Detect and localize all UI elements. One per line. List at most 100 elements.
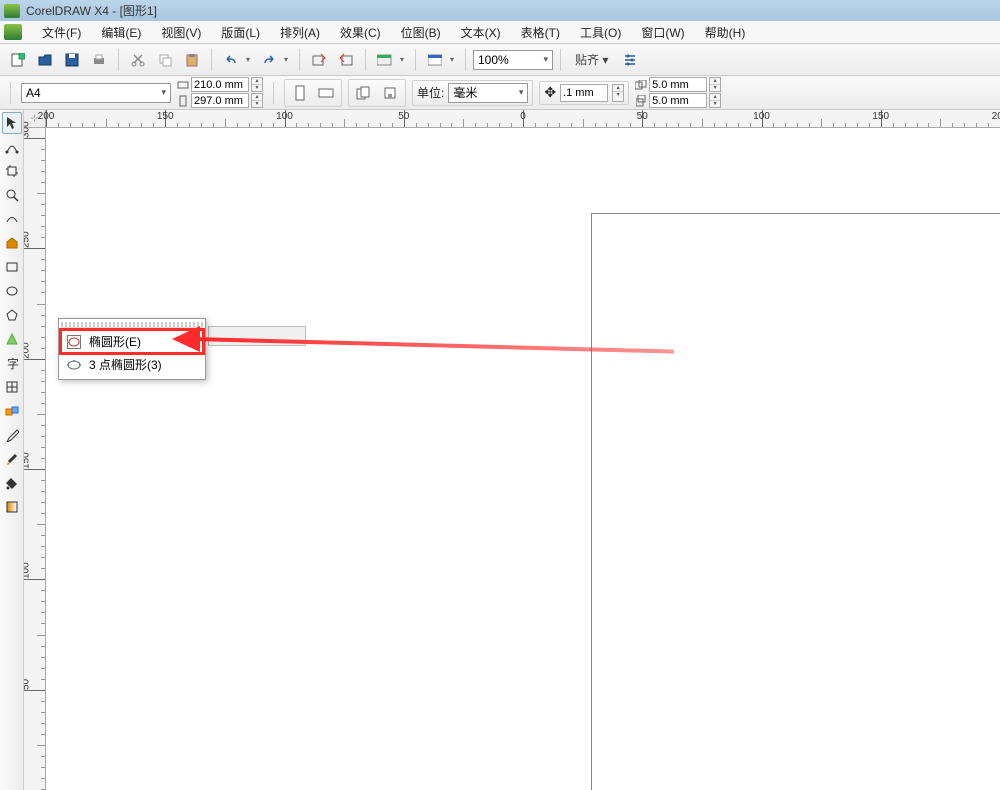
menu-text[interactable]: 文本(X) <box>451 22 511 43</box>
menu-arrange[interactable]: 排列(A) <box>270 22 330 43</box>
three-point-ellipse-label: 3 点椭圆形(3) <box>89 356 162 373</box>
polygon-tool[interactable] <box>2 304 22 326</box>
snap-button[interactable]: 贴齐 ▾ <box>568 48 615 72</box>
units-combo[interactable]: 毫米 <box>448 83 528 103</box>
menu-file[interactable]: 文件(F) <box>32 22 91 43</box>
crop-tool[interactable] <box>2 160 22 182</box>
snap-label: 贴齐 ▾ <box>575 51 608 68</box>
dup-y-input[interactable] <box>649 93 707 108</box>
menu-effects[interactable]: 效果(C) <box>330 22 391 43</box>
smart-fill-tool[interactable] <box>2 232 22 254</box>
new-button[interactable] <box>6 48 30 72</box>
menu-bar: 文件(F) 编辑(E) 视图(V) 版面(L) 排列(A) 效果(C) 位图(B… <box>0 21 1000 44</box>
app-icon <box>4 24 22 40</box>
zoom-combo[interactable]: 100% <box>473 50 553 70</box>
width-spin[interactable]: ▴▾ <box>251 77 263 92</box>
menu-help[interactable]: 帮助(H) <box>695 22 756 43</box>
window-title: CorelDRAW X4 - [图形1] <box>26 2 157 19</box>
drawing-canvas[interactable]: 椭圆形(E) 3 点椭圆形(3) <box>46 128 1000 790</box>
svg-text:字: 字 <box>7 356 19 370</box>
ellipse-icon <box>67 335 81 349</box>
paste-button[interactable] <box>180 48 204 72</box>
eyedropper-tool[interactable] <box>2 424 22 446</box>
paper-size-combo[interactable]: A4 <box>21 83 171 103</box>
portrait-button[interactable] <box>289 82 311 104</box>
height-spin[interactable]: ▴▾ <box>251 93 263 108</box>
save-button[interactable] <box>60 48 84 72</box>
nudge-group: ✥ ▴▾ <box>539 81 629 105</box>
toolbox: 字 <box>0 110 24 790</box>
separator <box>118 49 119 71</box>
zoom-value: 100% <box>478 53 509 67</box>
table-tool[interactable] <box>2 376 22 398</box>
basic-shapes-tool[interactable] <box>2 328 22 350</box>
standard-toolbar: ▾ ▾ ▾ ▾ 100% 贴齐 ▾ <box>0 44 1000 76</box>
menu-tools[interactable]: 工具(O) <box>570 22 631 43</box>
app-logo-icon <box>4 4 20 18</box>
export-button[interactable] <box>334 48 358 72</box>
paper-size-value: A4 <box>26 86 41 100</box>
nudge-input[interactable] <box>560 84 608 102</box>
apply-all-pages-button[interactable] <box>353 82 375 104</box>
dup-x-input[interactable] <box>649 77 707 92</box>
duplicate-offset-group: ▴▾ ▴▾ <box>635 77 721 108</box>
nudge-spin[interactable]: ▴▾ <box>612 84 624 102</box>
separator <box>211 49 212 71</box>
undo-dropdown[interactable]: ▾ <box>246 55 254 64</box>
ellipse-tool[interactable] <box>2 280 22 302</box>
menu-window[interactable]: 窗口(W) <box>631 22 694 43</box>
dupx-spin[interactable]: ▴▾ <box>709 77 721 92</box>
launcher-dropdown[interactable]: ▾ <box>400 55 408 64</box>
units-group: 单位: 毫米 <box>412 80 533 106</box>
interactive-fill-tool[interactable] <box>2 496 22 518</box>
app-launcher-button[interactable] <box>373 48 397 72</box>
options-button[interactable] <box>618 48 642 72</box>
rectangle-tool[interactable] <box>2 256 22 278</box>
menu-edit[interactable]: 编辑(E) <box>91 22 151 43</box>
shape-tool[interactable] <box>2 136 22 158</box>
separator <box>560 49 561 71</box>
text-tool[interactable]: 字 <box>2 352 22 374</box>
open-button[interactable] <box>33 48 57 72</box>
fill-tool[interactable] <box>2 472 22 494</box>
freehand-tool[interactable] <box>2 208 22 230</box>
page-height-input[interactable] <box>191 93 249 108</box>
interactive-blend-tool[interactable] <box>2 400 22 422</box>
undo-button[interactable] <box>219 48 243 72</box>
dupy-spin[interactable]: ▴▾ <box>709 93 721 108</box>
vertical-ruler[interactable]: 30025020015010050 <box>24 128 46 790</box>
work-area: 字 ⊹ 20015010050050100150200 300250200150… <box>0 110 1000 790</box>
horizontal-ruler[interactable]: 20015010050050100150200 <box>46 110 1000 128</box>
welcome-button[interactable] <box>423 48 447 72</box>
separator <box>415 49 416 71</box>
menu-table[interactable]: 表格(T) <box>511 22 570 43</box>
menu-view[interactable]: 视图(V) <box>151 22 211 43</box>
outline-tool[interactable] <box>2 448 22 470</box>
separator <box>465 49 466 71</box>
orientation-group <box>284 79 342 107</box>
three-point-ellipse-menu-item[interactable]: 3 点椭圆形(3) <box>61 353 203 376</box>
property-bar: A4 ▴▾ ▴▾ 单位: 毫米 ✥ ▴▾ ▴▾ <box>0 76 1000 110</box>
dup-y-icon <box>635 95 647 107</box>
redo-dropdown[interactable]: ▾ <box>284 55 292 64</box>
landscape-button[interactable] <box>315 82 337 104</box>
nudge-icon: ✥ <box>544 84 556 101</box>
print-button[interactable] <box>87 48 111 72</box>
separator <box>365 49 366 71</box>
welcome-dropdown[interactable]: ▾ <box>450 55 458 64</box>
cut-button[interactable] <box>126 48 150 72</box>
zoom-tool[interactable] <box>2 184 22 206</box>
ellipse-label: 椭圆形(E) <box>89 333 141 350</box>
import-button[interactable] <box>307 48 331 72</box>
page-width-input[interactable] <box>191 77 249 92</box>
pick-tool[interactable] <box>2 112 22 134</box>
menu-layout[interactable]: 版面(L) <box>211 22 270 43</box>
annotation-arrow-head-icon <box>172 326 200 352</box>
dup-x-icon <box>635 79 647 91</box>
page-apply-group <box>348 79 406 107</box>
copy-button[interactable] <box>153 48 177 72</box>
redo-button[interactable] <box>257 48 281 72</box>
title-bar: CorelDRAW X4 - [图形1] <box>0 0 1000 21</box>
apply-current-page-button[interactable] <box>379 82 401 104</box>
menu-bitmaps[interactable]: 位图(B) <box>391 22 451 43</box>
